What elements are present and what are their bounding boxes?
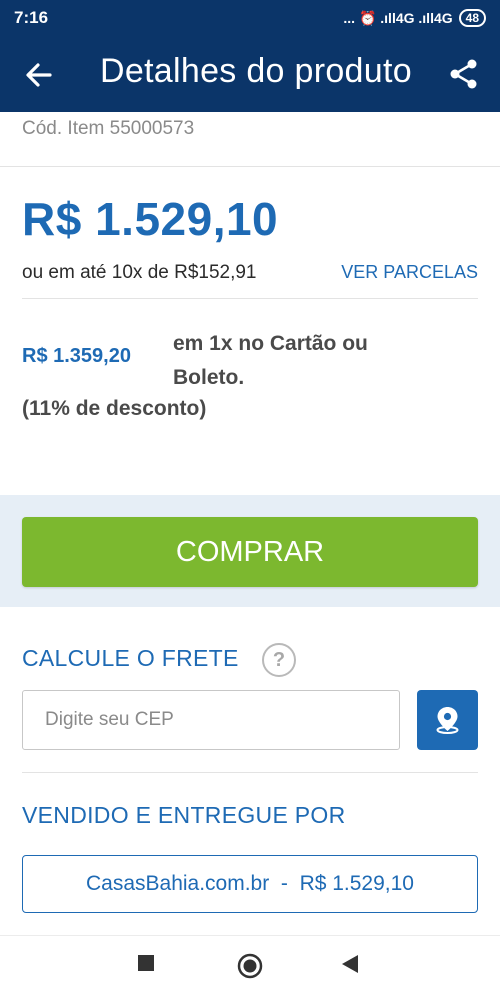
divider xyxy=(0,166,500,167)
location-button[interactable] xyxy=(417,690,478,750)
home-circle-icon xyxy=(237,953,263,979)
seller-offer-text: CasasBahia.com.br - R$ 1.529,10 xyxy=(85,872,414,895)
arrow-left-icon xyxy=(26,63,52,87)
discount-text: em 1x no Cartão ou Boleto. xyxy=(173,332,368,389)
view-installments-link[interactable]: VER PARCELAS xyxy=(341,262,478,283)
share-button[interactable] xyxy=(448,58,480,90)
divider xyxy=(22,772,478,773)
divider xyxy=(22,298,478,299)
battery-icon: 48 xyxy=(458,9,486,27)
discount-percent: (11% de desconto) xyxy=(22,397,207,420)
buy-button[interactable]: COMPRAR xyxy=(22,517,478,587)
help-icon[interactable]: ? xyxy=(262,643,296,677)
home-button[interactable] xyxy=(237,953,263,984)
installments-text: ou em até 10x de R$152,91 xyxy=(22,262,257,283)
status-icons: ... ⏰ .ıll4G .ıll4G 48 xyxy=(343,9,486,27)
status-bar: 7:16 ... ⏰ .ıll4G .ıll4G 48 xyxy=(0,0,500,36)
recents-button[interactable] xyxy=(137,954,155,977)
product-price: R$ 1.529,10 xyxy=(22,193,279,245)
status-time: 7:16 xyxy=(14,8,49,27)
app-bar: Detalhes do produto xyxy=(0,36,500,112)
shipping-title: CALCULE O FRETE xyxy=(22,645,239,671)
seller-title: VENDIDO E ENTREGUE POR xyxy=(22,802,346,828)
map-pin-icon xyxy=(436,707,459,734)
discount-price: R$ 1.359,20 xyxy=(22,345,131,367)
item-code: Cód. Item 55000573 xyxy=(22,118,195,139)
buy-section: COMPRAR xyxy=(0,495,500,607)
seller-offer-button[interactable]: CasasBahia.com.br - R$ 1.529,10 xyxy=(22,855,478,913)
triangle-back-icon xyxy=(342,955,358,973)
page-title: Detalhes do produto xyxy=(100,52,412,90)
back-nav-button[interactable] xyxy=(341,954,359,979)
system-nav-bar xyxy=(0,935,500,1000)
status-signal-text: ... ⏰ .ıll4G .ıll4G xyxy=(343,9,453,26)
cep-input[interactable] xyxy=(22,690,400,750)
share-icon xyxy=(450,59,477,89)
back-button[interactable] xyxy=(22,58,56,92)
square-icon xyxy=(138,955,154,971)
